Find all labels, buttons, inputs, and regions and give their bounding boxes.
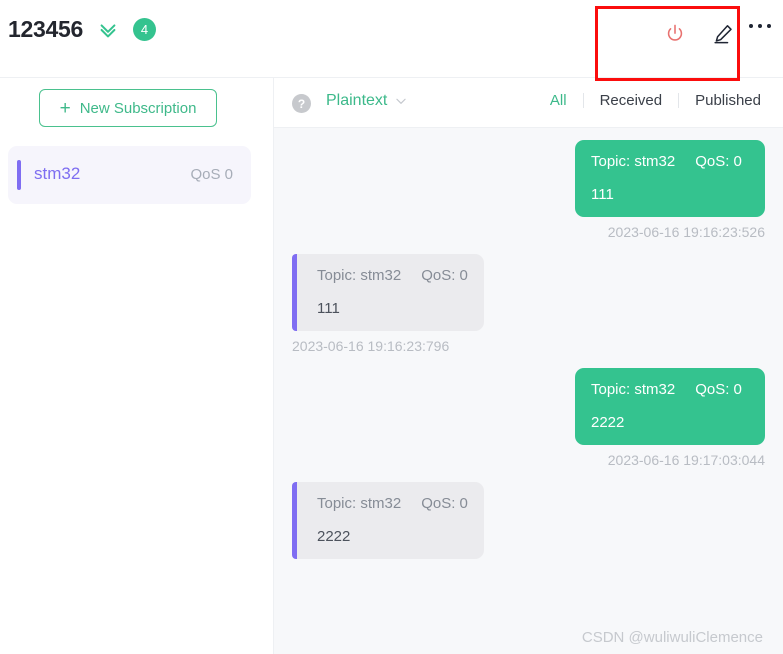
message-list[interactable]: Topic: stm32 QoS: 0 111 2023-06-16 19:16… <box>274 128 783 654</box>
more-options-button[interactable] <box>747 14 783 54</box>
chevron-down-icon <box>396 98 407 104</box>
connection-header: 123456 4 <box>0 0 783 78</box>
message-row: Topic: stm32 QoS: 0 2222 <box>292 482 765 559</box>
message-row: Topic: stm32 QoS: 0 2222 2023-06-16 19:1… <box>292 368 765 468</box>
filter-received[interactable]: Received <box>584 92 679 109</box>
edit-connection-button[interactable] <box>699 14 747 54</box>
message-qos: QoS: 0 <box>695 381 742 398</box>
message-meta: Topic: stm32 QoS: 0 <box>317 267 468 284</box>
app-window: 123456 4 + New Subscription stm32 QoS 0 … <box>0 0 783 654</box>
payload-format-label: Plaintext <box>326 92 388 109</box>
message-count-badge: 4 <box>132 18 156 41</box>
new-subscription-button[interactable]: + New Subscription <box>39 89 217 127</box>
message-topic: Topic: stm32 <box>591 381 676 398</box>
message-bubble-published[interactable]: Topic: stm32 QoS: 0 111 <box>575 140 765 217</box>
plus-icon: + <box>59 97 71 119</box>
message-bubble-received[interactable]: Topic: stm32 QoS: 0 111 <box>292 254 484 331</box>
payload-format-select[interactable]: Plaintext <box>326 92 408 110</box>
message-topic: Topic: stm32 <box>591 153 676 170</box>
watermark: CSDN @wuliwuliClemence <box>581 629 763 646</box>
subscription-topic: stm32 <box>34 164 81 183</box>
message-timestamp: 2023-06-16 19:16:23:796 <box>292 338 450 354</box>
message-toolbar: ? Plaintext All Received Published <box>274 78 783 128</box>
connection-title: 123456 <box>8 16 83 42</box>
dot-3 <box>767 24 771 28</box>
double-chevron-down-icon[interactable] <box>97 19 119 41</box>
message-filter-group: All Received Published <box>534 92 777 109</box>
message-panel: ? Plaintext All Received Published Topic… <box>274 78 783 654</box>
message-bubble-published[interactable]: Topic: stm32 QoS: 0 2222 <box>575 368 765 445</box>
message-payload: 111 <box>591 186 614 203</box>
filter-published[interactable]: Published <box>679 92 777 109</box>
message-qos: QoS: 0 <box>695 153 742 170</box>
message-row: Topic: stm32 QoS: 0 111 2023-06-16 19:16… <box>292 254 765 354</box>
message-meta: Topic: stm32 QoS: 0 <box>317 495 468 512</box>
message-timestamp: 2023-06-16 19:16:23:526 <box>607 224 765 240</box>
dot-1 <box>749 24 753 28</box>
subscription-qos: QoS 0 <box>190 166 233 183</box>
header-left-group: 123456 4 <box>8 16 156 43</box>
new-subscription-label: New Subscription <box>79 99 197 117</box>
message-row: Topic: stm32 QoS: 0 111 2023-06-16 19:16… <box>292 140 765 240</box>
subscription-color-bar <box>17 160 21 190</box>
message-bubble-received[interactable]: Topic: stm32 QoS: 0 2222 <box>292 482 484 559</box>
message-meta: Topic: stm32 QoS: 0 <box>591 381 749 398</box>
subscription-item-stm32[interactable]: stm32 QoS 0 <box>8 146 251 204</box>
message-payload: 2222 <box>317 528 351 545</box>
subscriptions-sidebar: + New Subscription stm32 QoS 0 <box>0 78 274 654</box>
message-timestamp: 2023-06-16 19:17:03:044 <box>607 452 765 468</box>
header-actions <box>651 14 783 54</box>
dot-2 <box>758 24 762 28</box>
message-payload: 2222 <box>591 414 625 431</box>
message-qos: QoS: 0 <box>421 495 468 512</box>
disconnect-button[interactable] <box>651 14 699 54</box>
filter-all[interactable]: All <box>534 92 583 109</box>
message-meta: Topic: stm32 QoS: 0 <box>591 153 749 170</box>
message-topic: Topic: stm32 <box>317 267 402 284</box>
message-qos: QoS: 0 <box>421 267 468 284</box>
message-topic: Topic: stm32 <box>317 495 402 512</box>
message-payload: 111 <box>317 300 340 317</box>
question-circle-icon[interactable]: ? <box>292 94 311 113</box>
